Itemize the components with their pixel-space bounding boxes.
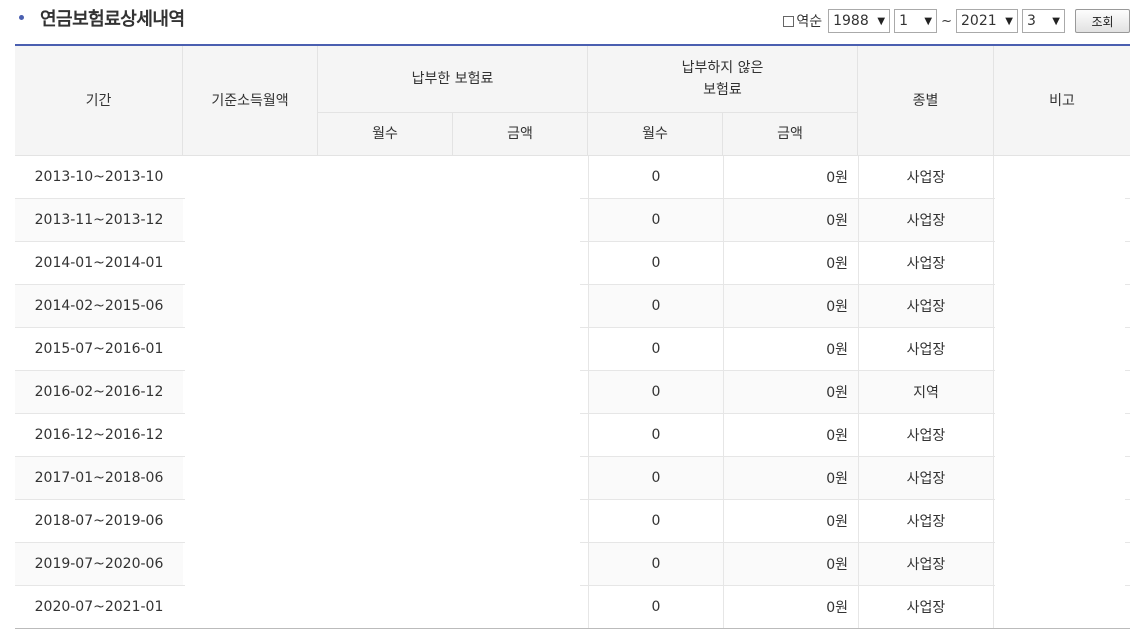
period-cell: 2016-02~2016-12 [15, 371, 183, 413]
unpaid-amount-cell: 0원 [723, 371, 858, 413]
header-unpaid-line1: 납부하지 않은 [681, 60, 764, 76]
period-cell: 2014-01~2014-01 [34, 255, 164, 271]
period-cell: 2016-12~2016-12 [34, 427, 164, 443]
type-cell: 사업장 [858, 242, 994, 284]
header-note: 비고 [994, 46, 1130, 156]
to-month-select[interactable]: 3 ▼ [1022, 9, 1065, 33]
header-unpaid-months: 월수 [588, 113, 723, 156]
checkbox-icon[interactable] [783, 15, 795, 27]
type-cell: 사업장 [858, 156, 994, 198]
unpaid-months-cell: 0 [588, 500, 723, 542]
period-cell: 2018-07~2019-06 [34, 513, 164, 529]
from-month-select[interactable]: 1 ▼ [894, 9, 938, 33]
range-separator: ~ [941, 13, 952, 29]
header-unpaid-amount: 금액 [723, 113, 858, 156]
type-cell: 사업장 [858, 586, 994, 628]
search-controls: 역순 1988 ▼ 1 ▼ ~ 2021 ▼ 3 ▼ 조회 [783, 8, 1130, 34]
chevron-down-icon: ▼ [877, 15, 886, 27]
reverse-order-checkbox[interactable]: 역순 [783, 11, 822, 31]
type-cell: 사업장 [858, 543, 994, 585]
type-cell: 사업장 [858, 414, 994, 456]
unpaid-amount-cell: 0원 [723, 285, 858, 327]
period-cell: 2020-07~2021-01 [34, 599, 164, 615]
header-period: 기간 [15, 46, 183, 156]
unpaid-amount-cell: 0원 [723, 457, 858, 499]
to-month-value: 3 [1027, 13, 1036, 29]
unpaid-amount-cell: 0원 [723, 586, 858, 628]
section-header: 연금보험료상세내역 역순 1988 ▼ 1 ▼ ~ 2021 ▼ 3 ▼ 조회 [0, 0, 1136, 44]
unpaid-amount-cell: 0원 [723, 500, 858, 542]
unpaid-amount-cell: 0원 [723, 199, 858, 241]
unpaid-months-cell: 0 [588, 199, 723, 241]
chevron-down-icon: ▼ [1005, 15, 1013, 27]
unpaid-months-cell: 0 [588, 371, 723, 413]
from-year-value: 1988 [833, 13, 869, 29]
unpaid-amount-cell: 0원 [723, 156, 858, 198]
unpaid-amount-cell: 0원 [723, 328, 858, 370]
header-paid-months: 월수 [318, 113, 453, 156]
from-month-value: 1 [899, 13, 909, 29]
period-cell: 2015-07~2016-01 [34, 341, 164, 357]
period-cell: 2019-07~2020-06 [15, 543, 183, 585]
reverse-order-label: 역순 [796, 14, 823, 30]
type-cell: 사업장 [858, 285, 994, 327]
from-year-select[interactable]: 1988 ▼ [828, 9, 891, 33]
type-cell: 사업장 [858, 199, 994, 241]
unpaid-months-cell: 0 [588, 328, 723, 370]
header-paid-amount: 금액 [453, 113, 588, 156]
unpaid-months-cell: 0 [588, 285, 723, 327]
page-title: 연금보험료상세내역 [40, 9, 185, 30]
chevron-down-icon: ▼ [1052, 15, 1060, 27]
unpaid-months-cell: 0 [588, 156, 723, 198]
header-paid: 납부한 보험료 [318, 46, 588, 113]
period-cell: 2014-02~2015-06 [15, 285, 183, 327]
period-cell: 2013-11~2013-12 [15, 199, 183, 241]
chevron-down-icon: ▼ [924, 15, 933, 27]
search-button[interactable]: 조회 [1075, 9, 1130, 33]
blank-paid-area [185, 156, 580, 628]
unpaid-months-cell: 0 [588, 543, 723, 585]
to-year-value: 2021 [961, 13, 997, 29]
header-base-income: 기준소득월액 [183, 46, 318, 156]
unpaid-amount-cell: 0원 [723, 543, 858, 585]
type-cell: 사업장 [858, 500, 994, 542]
to-year-select[interactable]: 2021 ▼ [956, 9, 1018, 33]
blank-note-area [995, 156, 1125, 628]
unpaid-months-cell: 0 [588, 414, 723, 456]
period-cell: 2017-01~2018-06 [15, 457, 183, 499]
header-unpaid: 납부하지 않은 보험료 [588, 46, 858, 113]
period-cell: 2013-10~2013-10 [34, 169, 164, 185]
unpaid-months-cell: 0 [588, 586, 723, 628]
type-cell: 사업장 [858, 457, 994, 499]
unpaid-months-cell: 0 [588, 457, 723, 499]
header-unpaid-line2: 보험료 [703, 82, 742, 98]
unpaid-months-cell: 0 [588, 242, 723, 284]
type-cell: 사업장 [858, 328, 994, 370]
table-bottom-border [15, 628, 1130, 629]
header-type: 종별 [858, 46, 994, 156]
type-cell: 지역 [858, 371, 994, 413]
unpaid-amount-cell: 0원 [723, 414, 858, 456]
bullet-icon [19, 15, 24, 20]
unpaid-amount-cell: 0원 [723, 242, 858, 284]
